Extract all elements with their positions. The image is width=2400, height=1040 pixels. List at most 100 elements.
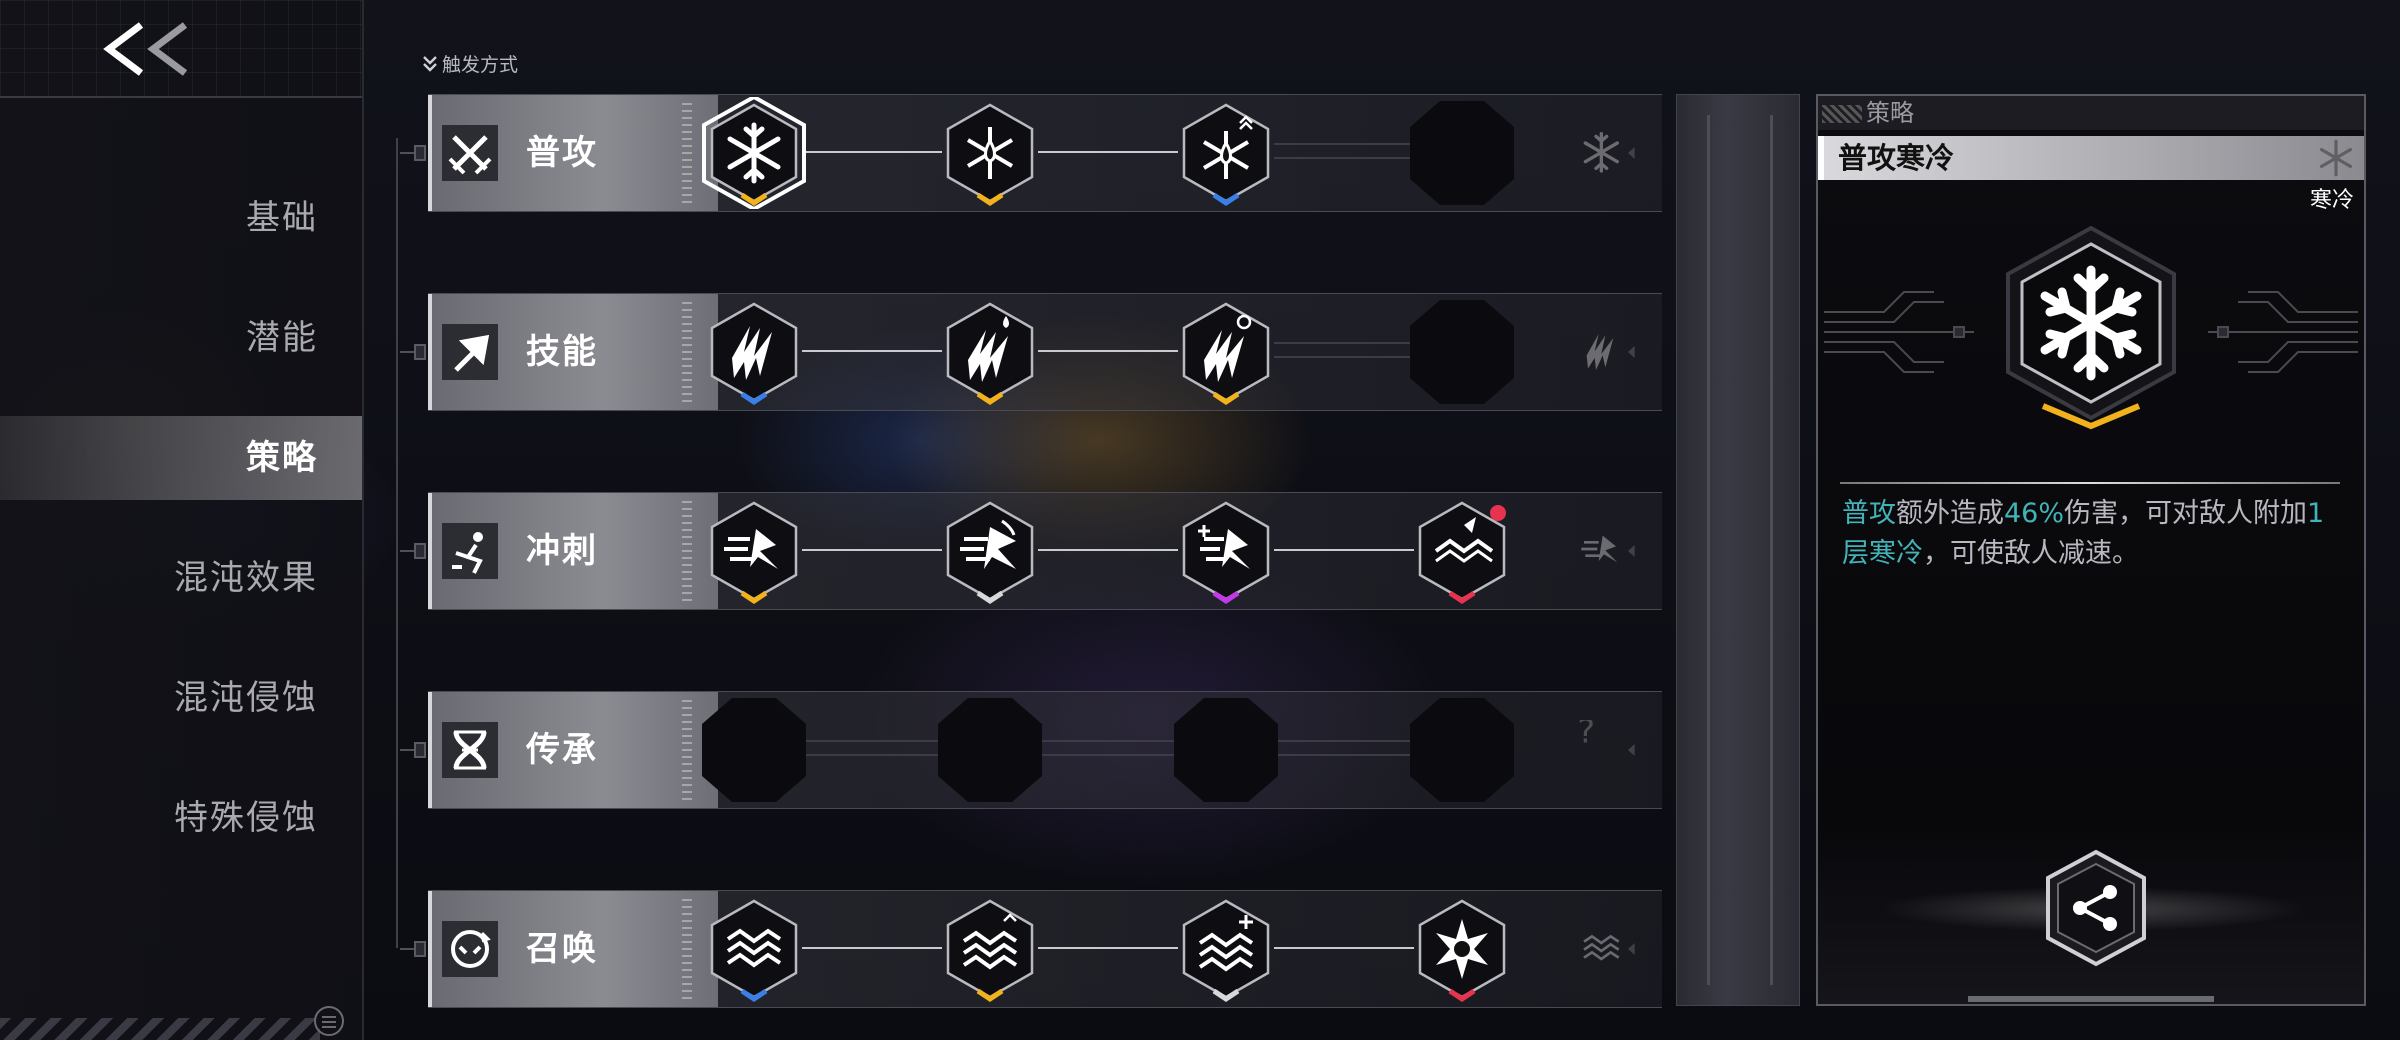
empty-node-slot <box>1406 296 1518 408</box>
detail-panel: 策略 普攻寒冷 寒冷 普攻额外造成46%伤害，可对敌人附加1层寒冷，可使敌人减速… <box>1816 94 2366 1006</box>
detail-title: 普攻寒冷 <box>1818 136 2364 180</box>
nav-item-potential[interactable]: 潜能 <box>18 308 318 368</box>
dash-wind-icon <box>1581 535 1635 563</box>
nav-item-chaos-erosion[interactable]: 混沌侵蚀 <box>18 668 318 728</box>
skill-node[interactable] <box>1406 893 1518 1005</box>
dash-runner-icon <box>442 523 498 579</box>
node-connector <box>802 151 942 153</box>
node-connector <box>1038 947 1178 949</box>
circuit-decoration-left <box>1824 291 1974 373</box>
skill-node[interactable] <box>934 296 1046 408</box>
skill-row: 召唤 <box>400 890 1662 1008</box>
menu-icon[interactable] <box>312 1004 346 1038</box>
star-burst-icon <box>1406 893 1518 1005</box>
detail-bottom-bar <box>1968 996 2214 1002</box>
row-header[interactable]: 普攻 <box>428 95 718 211</box>
node-connector <box>1274 947 1414 949</box>
wave-weave-icon <box>698 893 810 1005</box>
node-connector <box>1038 350 1178 352</box>
nav-item-chaos-effect[interactable]: 混沌效果 <box>18 548 318 608</box>
wave-weave-up-icon <box>934 893 1046 1005</box>
empty-slot <box>934 694 1046 806</box>
skill-node[interactable] <box>698 893 810 1005</box>
row-connector <box>400 539 428 563</box>
detail-skill-icon <box>2006 225 2176 430</box>
skill-node[interactable] <box>1170 495 1282 607</box>
empty-node-slot <box>698 694 810 806</box>
empty-node-slot <box>1406 97 1518 209</box>
nav-item-special-erosion[interactable]: 特殊侵蚀 <box>18 788 318 848</box>
node-connector <box>802 740 942 756</box>
row-header[interactable]: 技能 <box>428 294 718 410</box>
row-header-ticks <box>682 899 692 999</box>
node-connector <box>1274 549 1414 551</box>
row-header[interactable]: 召唤 <box>428 891 718 1007</box>
empty-slot <box>1406 694 1518 806</box>
row-header-ticks <box>682 501 692 601</box>
row-connector <box>400 141 428 165</box>
empty-slot <box>1170 694 1282 806</box>
detail-category: 策略 <box>1866 99 1914 127</box>
empty-slot <box>1406 97 1518 209</box>
desc-keyword: 普攻 <box>1842 498 1896 529</box>
svg-text:?: ? <box>1577 720 1595 751</box>
skill-node[interactable] <box>698 495 810 607</box>
node-connector <box>1274 740 1414 756</box>
node-connector <box>802 549 942 551</box>
row-header[interactable]: 冲刺 <box>428 493 718 609</box>
node-connector <box>1038 151 1178 153</box>
back-button[interactable] <box>96 14 206 84</box>
row-label: 技能 <box>526 332 598 372</box>
empty-node-slot <box>1406 694 1518 806</box>
left-nav: 基础 潜能 策略 混沌效果 混沌侵蚀 特殊侵蚀 <box>0 0 364 1040</box>
empty-node-slot <box>1170 694 1282 806</box>
row-connector <box>400 340 428 364</box>
detail-divider <box>1840 482 2340 484</box>
game-screen: 基础 潜能 策略 混沌效果 混沌侵蚀 特殊侵蚀 触发方式 普攻 技能 冲刺 传承? 召唤… <box>0 0 2400 1040</box>
row-connector <box>400 937 428 961</box>
detail-description: 普攻额外造成46%伤害，可对敌人附加1层寒冷，可使敌人减速。 <box>1842 494 2342 574</box>
tree-connector-line <box>396 138 398 948</box>
skill-row: 冲刺 <box>400 492 1662 610</box>
wave-weave-plus-icon <box>1170 893 1282 1005</box>
share-icon <box>2046 849 2146 967</box>
skill-row: 普攻 <box>400 94 1662 212</box>
skill-node[interactable] <box>698 296 810 408</box>
skill-node[interactable] <box>934 495 1046 607</box>
summon-circle-icon <box>442 921 498 977</box>
skill-node[interactable] <box>934 97 1046 209</box>
row-label: 冲刺 <box>526 531 598 571</box>
row-header[interactable]: 传承 <box>428 692 718 808</box>
circuit-decoration-right <box>2208 291 2358 373</box>
skill-node[interactable] <box>698 97 810 209</box>
desc-text: 额外造成 <box>1896 498 2004 529</box>
wave-dagger-icon <box>1406 495 1518 607</box>
wave-weave-icon <box>1583 934 1635 961</box>
skill-node[interactable] <box>1170 97 1282 209</box>
skill-node[interactable] <box>934 893 1046 1005</box>
dash-wing-icon <box>934 495 1046 607</box>
divider-column <box>1676 94 1800 1006</box>
trigger-mode-header[interactable]: 触发方式 <box>422 50 518 77</box>
dna-icon <box>442 722 498 778</box>
share-button[interactable] <box>2044 848 2148 968</box>
skill-node[interactable] <box>1170 296 1282 408</box>
slash-claw-icon <box>698 296 810 408</box>
detail-tag: 寒冷 <box>2309 188 2354 213</box>
slash-claw-swirl-icon <box>1170 296 1282 408</box>
dash-plus-icon <box>1170 495 1282 607</box>
row-label: 传承 <box>526 730 598 770</box>
crossed-swords-icon <box>442 125 498 181</box>
skill-row: 传承? <box>400 691 1662 809</box>
nav-item-strategy[interactable]: 策略 <box>0 416 362 500</box>
snowflake-icon <box>698 97 810 209</box>
nav-stripe-decoration <box>0 1018 320 1040</box>
slash-claw-icon <box>1586 334 1635 370</box>
desc-text: ，可使敌人减速。 <box>1923 538 2139 569</box>
nav-item-basic[interactable]: 基础 <box>18 188 318 248</box>
skill-node[interactable] <box>1170 893 1282 1005</box>
skill-node[interactable] <box>1406 495 1518 607</box>
question-icon: ? <box>1577 720 1635 756</box>
row-header-ticks <box>682 700 692 800</box>
empty-slot <box>1406 296 1518 408</box>
